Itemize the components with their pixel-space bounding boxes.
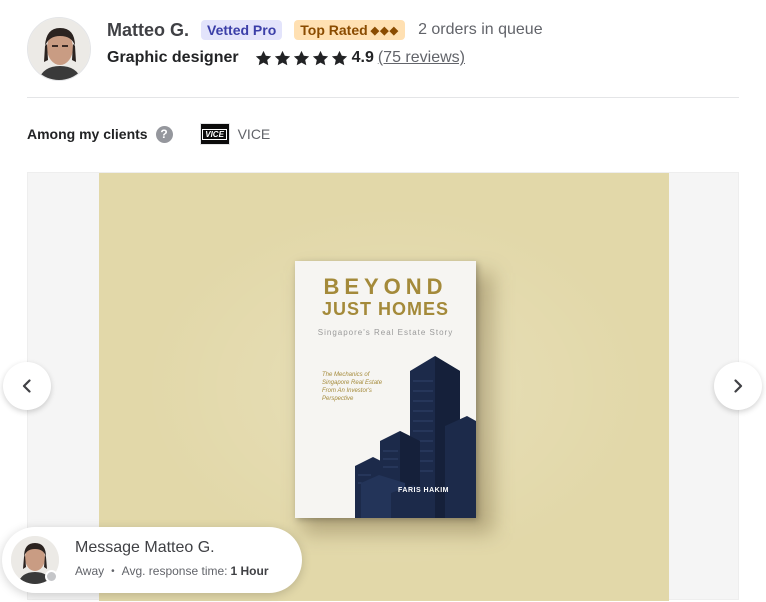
top-rated-label: Top Rated: [300, 22, 368, 38]
vice-logo: VICE: [199, 123, 230, 145]
seller-title: Graphic designer: [107, 49, 239, 66]
chevron-left-icon: [22, 379, 31, 393]
star-icon: [293, 50, 309, 65]
clients-row: Among my clients ? VICE VICE: [27, 123, 270, 145]
reviews-link[interactable]: (75 reviews): [378, 49, 465, 67]
book-author: FARIS HAKIM: [398, 487, 449, 494]
star-icon: [274, 50, 290, 65]
seller-profile-page: Matteo G. Vetted Pro Top Rated ◆◆◆ 2 ord…: [0, 0, 766, 602]
top-rated-badge: Top Rated ◆◆◆: [294, 20, 406, 40]
vice-logo-text: VICE: [202, 128, 227, 140]
chevron-right-icon: [734, 379, 743, 393]
star-icon: [255, 50, 271, 65]
rating-stars: [255, 50, 348, 67]
away-status-dot: [45, 570, 58, 583]
header-divider: [27, 97, 739, 98]
book-title-line2: JUST HOMES: [321, 299, 450, 319]
response-time-value: 1 Hour: [230, 564, 269, 578]
client-name: VICE: [237, 126, 271, 142]
book-cover: BEYOND JUST HOMES Singapore's Real Estat…: [295, 261, 476, 518]
gallery-prev-button[interactable]: [3, 362, 51, 410]
message-title: Message Matteo G.: [75, 539, 215, 556]
orders-in-queue: 2 orders in queue: [418, 21, 543, 38]
diamond-icon: ◆◆◆: [370, 24, 400, 37]
clients-label: Among my clients: [27, 126, 148, 142]
book-subtitle: Singapore's Real Estate Story: [317, 328, 454, 337]
book-blurb: The Mechanics of Singapore Real Estate F…: [322, 372, 383, 402]
vetted-pro-badge: Vetted Pro: [201, 20, 283, 40]
star-icon: [312, 50, 328, 65]
book-title-line1: BEYOND: [323, 274, 448, 299]
response-time-label: Avg. response time:: [121, 564, 228, 578]
meta-separator: •: [111, 565, 115, 577]
seller-title-row: Graphic designer 4.9 (75 reviews): [107, 47, 465, 69]
question-circle-icon[interactable]: ?: [155, 125, 173, 143]
message-meta: Away • Avg. response time: 1 Hour: [75, 564, 269, 578]
gallery-next-button[interactable]: [714, 362, 762, 410]
availability-status: Away: [75, 564, 105, 578]
seller-name-row: Matteo G. Vetted Pro Top Rated ◆◆◆ 2 ord…: [107, 18, 543, 42]
star-icon: [331, 50, 347, 65]
seller-avatar[interactable]: [27, 17, 91, 81]
seller-name[interactable]: Matteo G.: [107, 20, 189, 41]
message-seller-button[interactable]: Message Matteo G. Away • Avg. response t…: [2, 527, 302, 593]
rating-value: 4.9: [351, 49, 374, 66]
